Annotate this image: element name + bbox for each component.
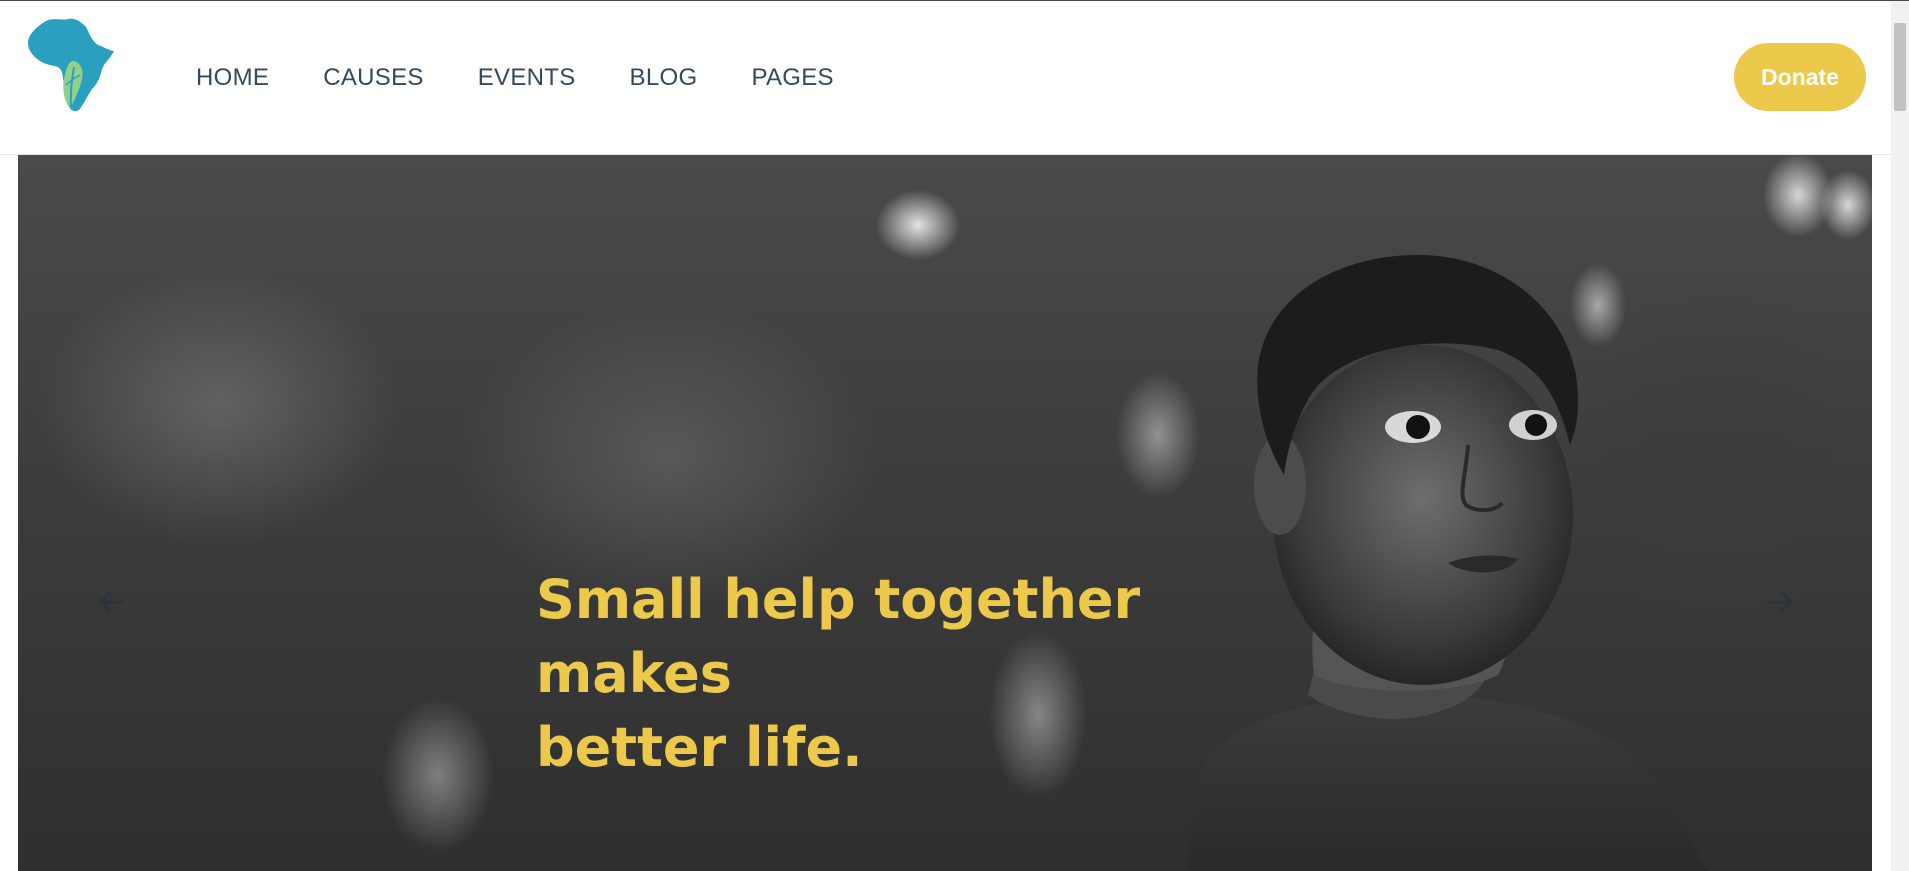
nav-item-events[interactable]: EVENTS — [478, 61, 576, 95]
hero-carousel: Small help together makes better life. — [18, 155, 1872, 871]
donate-button[interactable]: Donate — [1734, 43, 1866, 111]
site-header: HOME CAUSES EVENTS BLOG PAGES Donate — [0, 1, 1891, 155]
nav-item-home[interactable]: HOME — [196, 61, 269, 95]
arrow-left-icon[interactable] — [90, 580, 134, 624]
arrow-right-icon[interactable] — [1758, 580, 1802, 624]
hero-title-line-2: better life. — [536, 716, 863, 779]
nav-item-blog[interactable]: BLOG — [630, 61, 698, 95]
hero-title: Small help together makes better life. — [536, 563, 1336, 785]
hero-title-line-1: Small help together makes — [536, 568, 1141, 705]
main-nav: HOME CAUSES EVENTS BLOG PAGES — [196, 61, 888, 95]
nav-item-pages[interactable]: PAGES — [751, 61, 833, 95]
africa-logo[interactable] — [26, 17, 116, 113]
scrollbar[interactable] — [1891, 1, 1909, 871]
scrollbar-thumb[interactable] — [1894, 23, 1906, 111]
page: HOME CAUSES EVENTS BLOG PAGES Donate Sma… — [0, 0, 1909, 871]
nav-item-causes[interactable]: CAUSES — [323, 61, 424, 95]
